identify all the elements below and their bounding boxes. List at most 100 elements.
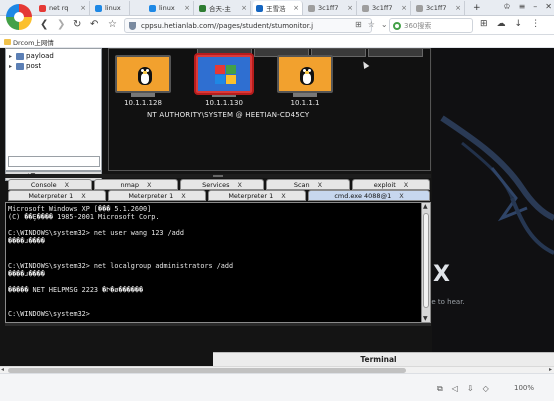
browser-tab[interactable]: 合天-主 × [196, 1, 251, 15]
tab-meterpreter[interactable]: Meterpreter 1 X [208, 190, 306, 201]
toolbar-icons: ⊞ ☁ ↓ ⋮ [480, 19, 540, 29]
panel-splitter[interactable] [5, 174, 431, 178]
close-tab-icon[interactable]: × [401, 4, 407, 12]
screenshot-icon[interactable]: ⧉ [437, 384, 443, 394]
browser-window: net rq × linux linux × 合天-主 × 王雪浩 × 3c1f… [0, 0, 554, 401]
bookmark-item[interactable]: Drcom上网情 [4, 37, 54, 47]
host-ip: 10.1.1.1 [290, 99, 320, 107]
new-tab-button[interactable]: + [470, 1, 484, 15]
reload-icon[interactable]: ↻ [73, 19, 81, 30]
browser-tab[interactable]: 3c1ff7 × [305, 1, 357, 15]
cloud-icon[interactable]: ☁ [497, 19, 506, 29]
close-tab-icon[interactable]: × [347, 4, 353, 12]
back-icon[interactable]: ❮ [40, 19, 48, 30]
remote-desktop-view: X ble to hear. ▸ payload ▸ post ▲▼ [0, 48, 554, 366]
dropdown-icon[interactable]: ⌄ [381, 20, 388, 29]
bookmark-star-icon[interactable]: ☆ [368, 20, 375, 29]
close-tab-icon[interactable]: × [455, 4, 461, 12]
grid-apps-icon[interactable]: ⊞ [480, 19, 488, 29]
close-tab-icon[interactable]: × [293, 4, 299, 12]
more-icon[interactable]: ⋮ [531, 19, 540, 29]
console-line: (C) ��Ȩ���� 1985-2001 Microsoft Corp. [8, 213, 160, 222]
tab-cmd-active[interactable]: cmd.exe 4088@1 X [308, 190, 430, 201]
browser-tab[interactable]: net rq × [36, 1, 90, 15]
tab-meterpreter[interactable]: Meterpreter 1 X [8, 190, 106, 201]
console-line: C:\WINDOWS\system32> net localgroup admi… [8, 261, 234, 270]
browser-status-bar: ⧉ ◁ ⇩ ◇ 100% [0, 373, 554, 401]
grid-icon[interactable]: ⊞ [355, 20, 362, 29]
menu-icon[interactable]: ≡ [519, 2, 526, 11]
expand-arrow-icon[interactable]: ▸ [9, 53, 14, 60]
browser-tab-active[interactable]: 王雪浩 × [253, 1, 303, 15]
minimize-icon[interactable]: – [533, 2, 537, 11]
tab-label: Scan [293, 180, 310, 189]
status-icons: ⧉ ◁ ⇩ ◇ [437, 384, 489, 394]
tab-close-icon[interactable]: X [81, 192, 85, 200]
browser-tab[interactable]: 3c1ff7 × [413, 1, 465, 15]
console-line: ����ɹ���� [8, 269, 45, 278]
document-icon [362, 4, 369, 12]
download-status-icon[interactable]: ⇩ [467, 384, 474, 394]
console-scrollbar[interactable]: ▲ ▼ [421, 203, 430, 322]
close-tab-icon[interactable]: × [241, 4, 247, 12]
page-horizontal-scrollbar[interactable]: ◂ ▸ [0, 366, 554, 373]
target-host[interactable]: 10.1.1.1 [275, 55, 335, 107]
tab-close-icon[interactable]: X [399, 192, 403, 200]
scrollbar-thumb[interactable] [423, 213, 429, 308]
browser-tab[interactable]: linux [92, 1, 130, 15]
scroll-left-icon[interactable]: ◂ [1, 366, 4, 373]
tab-close-icon[interactable]: X [281, 192, 285, 200]
close-window-icon[interactable]: ✕ [545, 2, 552, 11]
tree-item[interactable]: ▸ payload [9, 52, 54, 60]
address-bar-actions: ⊞ ☆ ⌄ [355, 20, 388, 29]
browser-tab[interactable]: linux × [146, 1, 194, 15]
tab-meterpreter[interactable]: Meterpreter 1 X [108, 190, 206, 201]
tab-close-icon[interactable]: X [147, 181, 151, 189]
address-bar[interactable]: cppsu.hetianlab.com//pages/student/stumo… [124, 18, 372, 33]
shield-status-icon[interactable]: ◇ [483, 384, 489, 394]
target-host[interactable]: 10.1.1.128 [113, 55, 173, 107]
document-icon [308, 4, 315, 12]
tab-close-icon[interactable]: X [318, 181, 322, 189]
targets-panel: 10.1.1.128 10.1.1.130 10.1.1.1 NT AUTHOR [108, 48, 431, 171]
tab-exploit[interactable]: exploit X [352, 179, 430, 190]
tab-services[interactable]: Services X [180, 179, 264, 190]
folder-icon [16, 62, 24, 70]
browser-tab-label: linux [159, 4, 175, 12]
console-tabs-row-2: Meterpreter 1 X Meterpreter 1 X Meterpre… [8, 190, 431, 201]
toolbar-button[interactable] [368, 49, 423, 57]
star-icon[interactable]: ☆ [108, 19, 117, 30]
cmd-console[interactable]: Microsoft Windows XP [��� 5.1.2600] (C) … [5, 202, 431, 323]
close-tab-icon[interactable]: × [80, 4, 86, 12]
tab-close-icon[interactable]: X [404, 181, 408, 189]
forward-icon[interactable]: ❯ [57, 19, 65, 30]
scroll-up-icon[interactable]: ▲ [423, 203, 428, 210]
close-tab-icon[interactable]: × [184, 4, 190, 12]
kali-logo-letter: X [433, 262, 450, 287]
speaker-icon[interactable]: ◁ [452, 384, 458, 394]
browser-tab[interactable]: 3c1ff7 × [359, 1, 411, 15]
module-search-input[interactable] [8, 156, 100, 167]
expand-arrow-icon[interactable]: ▸ [9, 63, 14, 70]
target-host-compromised[interactable]: 10.1.1.130 [194, 55, 254, 107]
download-icon[interactable]: ↓ [515, 19, 523, 29]
scroll-down-icon[interactable]: ▼ [423, 315, 428, 322]
undo-icon[interactable]: ↶ [90, 19, 98, 30]
scroll-right-icon[interactable]: ▸ [549, 366, 552, 373]
terminal-tab[interactable]: Terminal [213, 352, 554, 366]
zoom-level[interactable]: 100% [514, 384, 534, 392]
tab-close-icon[interactable]: X [181, 192, 185, 200]
tab-console[interactable]: Console X [8, 179, 92, 190]
search-box[interactable]: 360搜索 [389, 18, 473, 33]
shirt-skin-icon[interactable]: ♔ [503, 2, 510, 11]
search-engine-icon [393, 21, 401, 30]
tab-close-icon[interactable]: X [65, 181, 69, 189]
tab-close-icon[interactable]: X [237, 181, 241, 189]
tab-label: Services [202, 180, 230, 189]
tree-item[interactable]: ▸ post [9, 62, 41, 70]
tab-scan[interactable]: Scan X [266, 179, 350, 190]
browser-logo-icon [6, 4, 32, 30]
session-user-label: NT AUTHORITY\SYSTEM @ HEETIAN-CD45CY [147, 111, 310, 119]
tab-label: nmap [120, 180, 140, 189]
tab-nmap[interactable]: nmap X [94, 179, 178, 190]
